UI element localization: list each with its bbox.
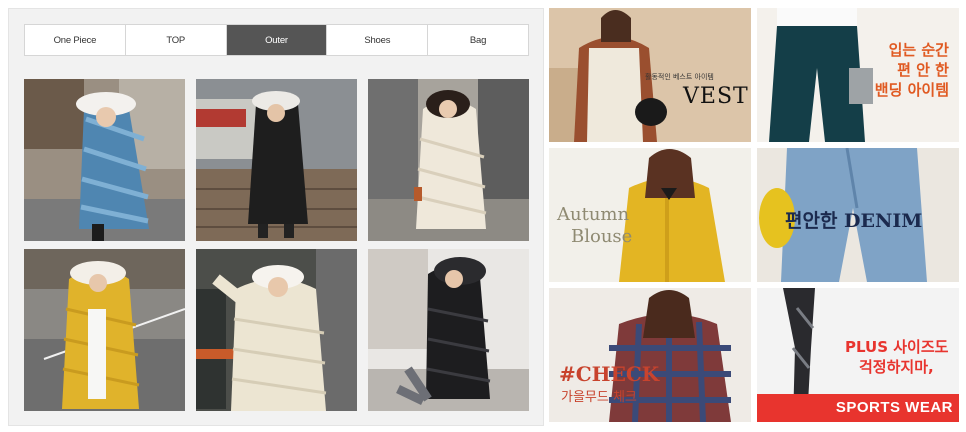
product-image-black-puffer[interactable] (368, 249, 529, 411)
tab-outer[interactable]: Outer (226, 25, 328, 55)
vest-title: VEST (683, 84, 749, 109)
blouse-title-2: Blouse (571, 226, 633, 247)
tab-top[interactable]: TOP (126, 25, 227, 55)
denim-title: 편안한 DENIM (785, 210, 923, 232)
blouse-title-1: Autumn (557, 204, 630, 225)
sports-line-2: 걱정하지마, (859, 358, 934, 376)
banner-vest[interactable]: 활동적인 베스트 아이템 VEST (549, 8, 751, 142)
check-subtitle: 가을무드 체크 (561, 390, 637, 405)
banner-denim[interactable]: 편안한 DENIM (757, 148, 959, 282)
vest-subtitle: 활동적인 베스트 아이템 (645, 73, 714, 81)
promo-banners: 활동적인 베스트 아이템 VEST 입는 순간 편 안 한 밴딩 아이템 Aut… (549, 8, 960, 424)
pants-headline: 입는 순간 편 안 한 밴딩 아이템 (875, 40, 949, 100)
banner-autumn-blouse[interactable]: Autumn Blouse (549, 148, 751, 282)
banner-sports-wear[interactable]: PLUS 사이즈도 걱정하지마, SPORTS WEAR (757, 288, 959, 422)
sports-line-1: PLUS 사이즈도 (845, 338, 949, 356)
tab-one-piece[interactable]: One Piece (25, 25, 126, 55)
check-title: #CHECK (559, 362, 660, 386)
category-panel: One Piece TOP Outer Shoes Bag (8, 8, 544, 426)
category-tabs: One Piece TOP Outer Shoes Bag (24, 24, 529, 56)
banner-banding-pants[interactable]: 입는 순간 편 안 한 밴딩 아이템 (757, 8, 959, 142)
pants-line-2: 편 안 한 (897, 61, 949, 79)
tab-shoes[interactable]: Shoes (327, 25, 429, 55)
product-grid (24, 79, 529, 411)
product-image-cream-puffer[interactable] (196, 249, 357, 411)
product-image-black-coat[interactable] (196, 79, 357, 241)
pants-line-1: 입는 순간 (888, 41, 949, 59)
product-image-blue-coat[interactable] (24, 79, 185, 241)
pants-line-3: 밴딩 아이템 (874, 81, 949, 99)
tab-bag[interactable]: Bag (428, 25, 528, 55)
banner-check[interactable]: #CHECK 가을무드 체크 (549, 288, 751, 422)
product-image-cream-coat[interactable] (368, 79, 529, 241)
product-image-yellow-coat[interactable] (24, 249, 185, 411)
sports-wear-label: SPORTS WEAR (835, 399, 953, 416)
